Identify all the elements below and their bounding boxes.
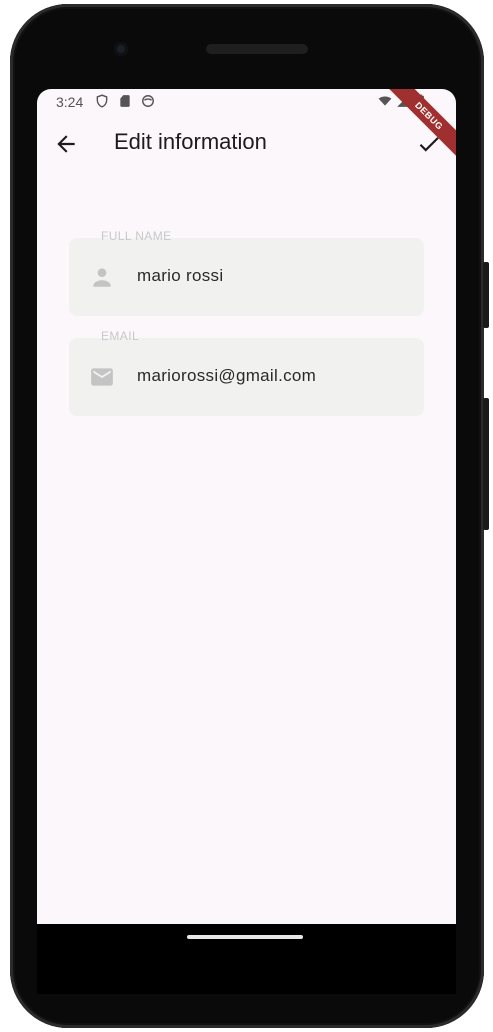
volume-button <box>483 262 489 328</box>
email-label: EMAIL <box>101 329 140 343</box>
system-nav-bar <box>37 924 456 994</box>
front-camera <box>114 42 128 56</box>
power-button <box>483 398 489 530</box>
mail-icon <box>91 368 113 386</box>
person-icon <box>93 268 111 287</box>
shield-icon <box>96 94 108 108</box>
face-icon <box>142 95 154 107</box>
app-bar: Edit information <box>37 115 456 171</box>
full-name-field[interactable]: FULL NAME mario rossi <box>69 229 424 316</box>
full-name-label: FULL NAME <box>101 229 172 243</box>
earpiece-speaker <box>206 44 308 54</box>
status-time: 3:24 <box>56 94 84 110</box>
save-button[interactable] <box>416 131 442 157</box>
arrow-back-icon <box>57 135 75 153</box>
page-title: Edit information <box>114 129 267 154</box>
sd-card-icon <box>120 95 130 107</box>
status-bar: 3:24 DEBUG <box>37 89 456 162</box>
back-button[interactable] <box>53 131 79 157</box>
full-name-input[interactable]: mario rossi <box>137 266 223 286</box>
app-screen: 3:24 DEBUG Edit information FULL NAME ma… <box>37 89 456 924</box>
status-left-icons <box>95 94 155 108</box>
check-icon <box>419 137 439 152</box>
email-input[interactable]: mariorossi@gmail.com <box>137 366 316 386</box>
home-gesture-handle[interactable] <box>187 935 303 939</box>
email-field[interactable]: EMAIL mariorossi@gmail.com <box>69 329 424 416</box>
wifi-icon <box>378 96 392 106</box>
